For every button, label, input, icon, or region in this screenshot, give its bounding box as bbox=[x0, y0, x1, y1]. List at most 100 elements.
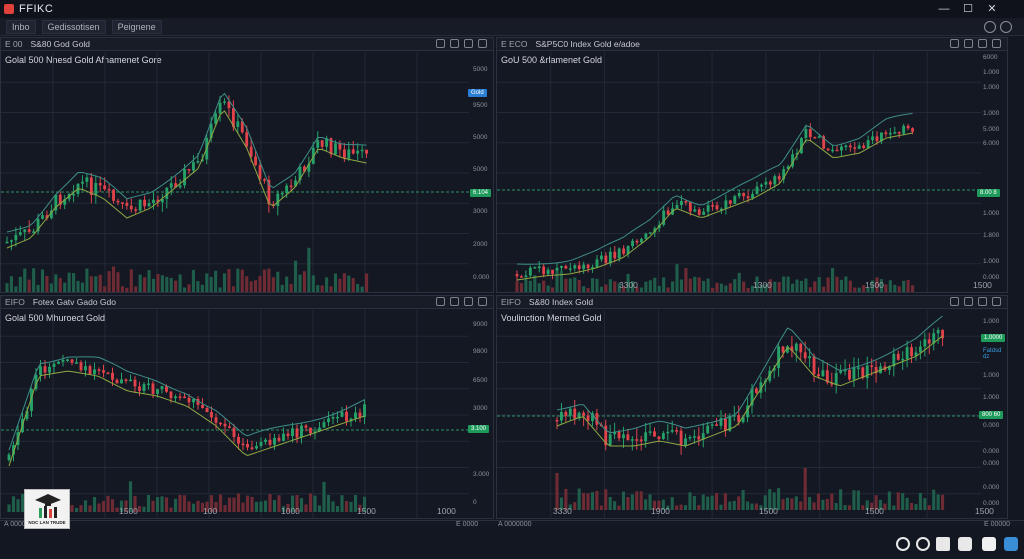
symbol-label[interactable]: Fotex Gatv Gado Gdo bbox=[33, 297, 116, 307]
volume-bar bbox=[263, 500, 268, 512]
app-icon[interactable] bbox=[1004, 537, 1018, 551]
volume-bar bbox=[785, 497, 790, 510]
volume-bar bbox=[236, 493, 241, 512]
price-badge-green: 6.104 bbox=[470, 189, 492, 197]
volume-bar bbox=[183, 287, 187, 292]
volume-bar bbox=[27, 279, 31, 292]
chart-pane-bottom-left[interactable]: EIFO Fotex Gatv Gado Gdo Golal 500 Mhuro… bbox=[0, 295, 494, 519]
volume-bar bbox=[519, 283, 523, 292]
volume-bar bbox=[240, 269, 244, 292]
volume-bar bbox=[902, 280, 906, 292]
candle-body bbox=[817, 374, 820, 377]
minimize-button[interactable]: — bbox=[936, 1, 952, 17]
collapse-icon[interactable] bbox=[992, 297, 1001, 306]
candle-body bbox=[737, 193, 741, 197]
volume-bar bbox=[808, 287, 812, 292]
volume-bar bbox=[298, 274, 302, 292]
settings-icon[interactable] bbox=[978, 39, 987, 48]
candle-body bbox=[192, 162, 195, 171]
watermark-logo: NOC LAN TRUDE bbox=[24, 489, 70, 529]
gear-icon[interactable] bbox=[896, 537, 910, 551]
camera-icon[interactable] bbox=[950, 297, 959, 306]
camera-icon[interactable] bbox=[436, 39, 445, 48]
chart-pane-top-right[interactable]: E ECO S&P5C0 Index Gold e/adoe GoU 500 &… bbox=[496, 37, 1008, 293]
settings-icon[interactable] bbox=[916, 537, 930, 551]
candle-body bbox=[322, 422, 326, 428]
symbol-label[interactable]: S&P5C0 Index Gold e/adoe bbox=[535, 39, 639, 49]
candle-body bbox=[715, 205, 719, 210]
volume-bar bbox=[746, 287, 750, 292]
pin-icon[interactable] bbox=[958, 537, 972, 551]
candle-body bbox=[249, 146, 253, 157]
candle-body bbox=[515, 274, 519, 277]
candlestick-chart[interactable] bbox=[497, 52, 1008, 293]
volume-bar bbox=[322, 481, 326, 512]
volume-bar bbox=[822, 286, 826, 292]
volume-bar bbox=[191, 269, 195, 292]
candlestick-chart[interactable] bbox=[497, 310, 1008, 519]
volume-bar bbox=[151, 500, 155, 512]
document-icon[interactable] bbox=[982, 537, 996, 551]
candle-body bbox=[568, 268, 572, 270]
volume-bar bbox=[750, 503, 754, 510]
layout-icon[interactable] bbox=[964, 39, 973, 48]
settings-icon[interactable] bbox=[984, 21, 996, 33]
candle-body bbox=[688, 437, 692, 439]
volume-bar bbox=[107, 271, 111, 292]
candle-body bbox=[666, 431, 670, 434]
menu-item-peignene[interactable]: Peignene bbox=[111, 19, 162, 34]
camera-icon[interactable] bbox=[436, 297, 445, 306]
volume-bar bbox=[852, 490, 856, 510]
menu-item-gedissotisen[interactable]: Gedissotisen bbox=[41, 19, 106, 34]
layout-icon[interactable] bbox=[450, 39, 459, 48]
candle-body bbox=[356, 150, 360, 154]
layout-icon[interactable] bbox=[964, 297, 973, 306]
volume-bar bbox=[311, 275, 315, 292]
menu-item-inbo[interactable]: Inbo bbox=[6, 19, 36, 34]
chart-pane-bottom-right[interactable]: EIFO S&80 Index Gold Voulinction Mermed … bbox=[496, 295, 1008, 519]
volume-bar bbox=[254, 501, 259, 512]
collapse-icon[interactable] bbox=[478, 297, 487, 306]
settings-icon[interactable] bbox=[978, 297, 987, 306]
volume-bar bbox=[781, 499, 785, 510]
moving-average-line bbox=[8, 370, 365, 467]
volume-bar bbox=[285, 276, 289, 292]
maximize-button[interactable]: ☐ bbox=[960, 1, 976, 17]
volume-bar bbox=[670, 497, 674, 510]
collapse-icon[interactable] bbox=[478, 39, 487, 48]
candle-body bbox=[537, 266, 541, 269]
volume-bar bbox=[76, 280, 80, 292]
volume-bar bbox=[653, 277, 657, 292]
pane-header: EIFO S&80 Index Gold bbox=[497, 296, 1007, 309]
candle-body bbox=[187, 169, 191, 171]
candle-body bbox=[340, 411, 344, 417]
close-button[interactable]: ✕ bbox=[984, 1, 1000, 17]
candlestick-chart[interactable] bbox=[1, 52, 494, 293]
candlestick-chart[interactable] bbox=[1, 310, 494, 519]
volume-bar bbox=[697, 277, 701, 292]
logo-graphic-icon bbox=[35, 494, 61, 518]
candle-body bbox=[61, 359, 65, 362]
candle-body bbox=[666, 210, 670, 215]
window-icon[interactable] bbox=[936, 537, 950, 551]
volume-bar bbox=[218, 287, 222, 292]
help-icon[interactable] bbox=[1000, 21, 1012, 33]
settings-icon[interactable] bbox=[464, 297, 473, 306]
chart-pane-top-left[interactable]: E 00 S&80 God Gold Golal 500 Nnesd Gold … bbox=[0, 37, 494, 293]
volume-bar bbox=[304, 504, 308, 512]
symbol-label[interactable]: S&80 God Gold bbox=[31, 39, 91, 49]
candle-body bbox=[134, 209, 138, 211]
volume-bar bbox=[349, 501, 353, 512]
candle-body bbox=[631, 240, 634, 247]
candle-body bbox=[724, 200, 728, 209]
volume-bar bbox=[187, 284, 191, 292]
candle-body bbox=[295, 428, 299, 438]
collapse-icon[interactable] bbox=[992, 39, 1001, 48]
camera-icon[interactable] bbox=[950, 39, 959, 48]
volume-bar bbox=[338, 278, 342, 292]
symbol-label[interactable]: S&80 Index Gold bbox=[529, 297, 593, 307]
layout-icon[interactable] bbox=[450, 297, 459, 306]
settings-icon[interactable] bbox=[464, 39, 473, 48]
volume-bar bbox=[85, 268, 89, 292]
candle-body bbox=[93, 369, 96, 375]
